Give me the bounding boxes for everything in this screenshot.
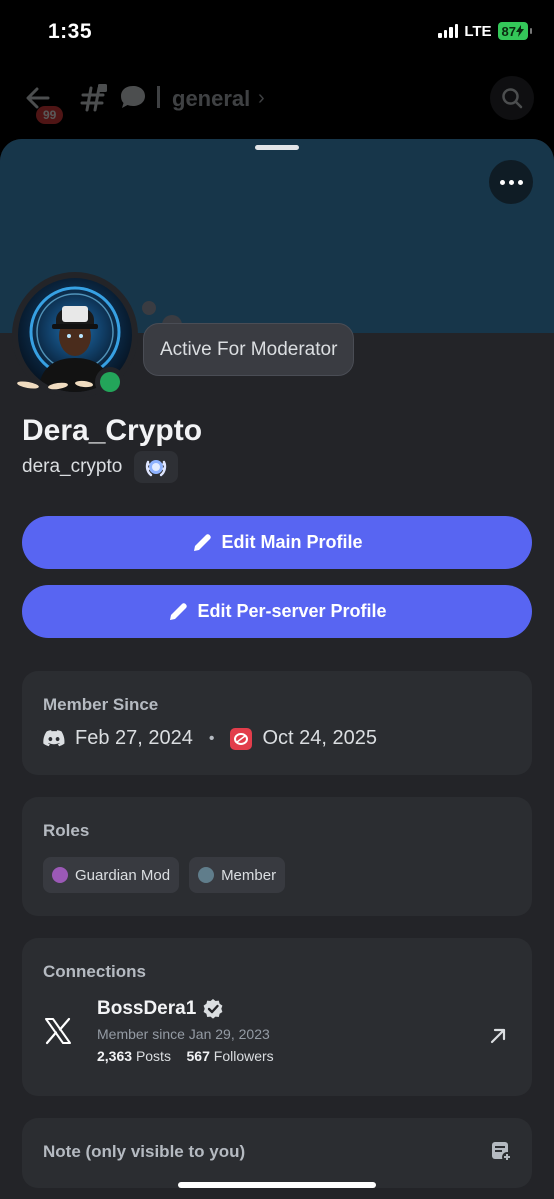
channel-header: 99 general › [0, 76, 554, 124]
member-since-title: Member Since [43, 695, 159, 714]
role-color-dot [198, 867, 215, 883]
server-member-date: Oct 24, 2025 [262, 727, 378, 749]
member-since-card: Member Since Feb 27, 2024 • Oct 24, 2025 [22, 671, 532, 775]
profile-sheet: Active For Moderator Dera_Crypto dera_cr… [0, 139, 554, 1199]
username-row: dera_crypto [22, 451, 179, 483]
role-pill-guardian-mod[interactable]: Guardian Mod [43, 857, 180, 893]
status-bubble-dot [142, 301, 156, 315]
search-button[interactable] [490, 76, 534, 120]
online-status-icon [95, 367, 125, 397]
posts-count: 2,363 [97, 1048, 133, 1064]
note-placeholder: Note (only visible to you) [43, 1142, 246, 1161]
home-indicator [178, 1182, 376, 1188]
followers-count: 567 [186, 1048, 210, 1064]
locked-channel-icon [80, 84, 107, 112]
chat-bubble-icon [121, 86, 145, 108]
profile-badge[interactable] [134, 451, 179, 483]
network-label: LTE [464, 22, 492, 40]
date-separator: • [208, 729, 215, 747]
charging-icon [516, 25, 524, 37]
x-logo-icon [45, 1017, 71, 1045]
unread-badge: 99 [36, 106, 64, 124]
pencil-icon [170, 602, 188, 620]
roles-title: Roles [43, 821, 90, 840]
status-indicators: LTE 87 [438, 22, 533, 40]
connection-item[interactable]: BossDera1 Member since Jan 29, 2023 2,36… [97, 998, 274, 1064]
external-link-arrow-icon[interactable] [488, 1026, 508, 1046]
member-since-row: Feb 27, 2024 • Oct 24, 2025 [43, 727, 377, 750]
edit-main-profile-button[interactable]: Edit Main Profile [22, 516, 532, 569]
chevron-right-icon: › [258, 87, 265, 109]
status-time: 1:35 [48, 20, 93, 43]
status-bar: 1:35 LTE 87 [0, 0, 554, 64]
signal-icon [438, 24, 459, 38]
edit-main-profile-label: Edit Main Profile [221, 532, 363, 552]
roles-list: Guardian Mod Member [43, 857, 286, 893]
pencil-icon [194, 533, 212, 551]
battery-level: 87 [501, 23, 516, 39]
display-name: Dera_Crypto [22, 414, 203, 447]
connection-name-row: BossDera1 [97, 998, 274, 1020]
roles-card: Roles Guardian Mod Member [22, 797, 532, 916]
add-note-icon[interactable] [490, 1140, 512, 1162]
more-dots-icon [499, 179, 505, 185]
edit-per-server-profile-label: Edit Per-server Profile [197, 601, 387, 621]
role-pill-member[interactable]: Member [189, 857, 286, 893]
more-options-button[interactable] [489, 160, 533, 204]
connection-stats: 2,363 Posts 567 Followers [97, 1048, 274, 1064]
laurel-badge-icon [146, 460, 167, 477]
edit-per-server-profile-button[interactable]: Edit Per-server Profile [22, 585, 532, 638]
username[interactable]: dera_crypto [22, 456, 122, 478]
followers-label: Followers [213, 1048, 274, 1064]
channel-name[interactable]: general [172, 86, 250, 112]
connection-name: BossDera1 [97, 998, 197, 1019]
discord-logo-icon [43, 729, 65, 746]
connections-title: Connections [43, 962, 146, 981]
discord-member-date: Feb 27, 2024 [75, 727, 193, 749]
posts-label: Posts [135, 1048, 171, 1064]
note-card[interactable]: Note (only visible to you) [22, 1118, 532, 1188]
custom-status-text: Active For Moderator [160, 338, 338, 360]
connections-card: Connections BossDera1 Member since Jan 2… [22, 938, 532, 1096]
drag-handle[interactable] [255, 145, 299, 150]
role-label: Member [221, 866, 277, 884]
custom-status-bubble[interactable]: Active For Moderator [143, 323, 355, 376]
verified-check-icon [203, 999, 223, 1019]
battery-icon: 87 [497, 22, 533, 40]
header-divider [157, 86, 160, 108]
search-icon [502, 88, 523, 109]
role-color-dot [52, 867, 68, 883]
role-label: Guardian Mod [75, 866, 171, 884]
connection-since: Member since Jan 29, 2023 [97, 1026, 270, 1042]
server-icon [230, 727, 253, 750]
